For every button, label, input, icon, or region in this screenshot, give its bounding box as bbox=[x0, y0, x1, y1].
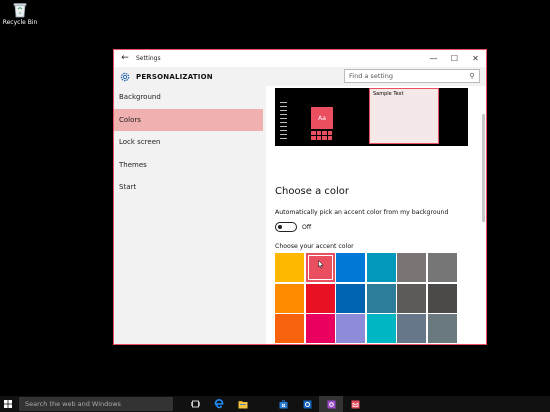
mail-app-icon bbox=[351, 400, 359, 408]
accent-swatch[interactable] bbox=[336, 314, 365, 343]
preview-tile: Aa bbox=[311, 107, 333, 129]
accent-color-label: Choose your accent color bbox=[275, 243, 354, 250]
sidebar-item-label: Lock screen bbox=[119, 138, 161, 147]
taskbar-search[interactable] bbox=[19, 397, 173, 411]
accent-swatch[interactable] bbox=[397, 314, 426, 343]
gear-icon bbox=[114, 71, 136, 83]
choose-color-heading: Choose a color bbox=[275, 186, 350, 197]
accent-swatch[interactable] bbox=[305, 253, 335, 282]
accent-swatch[interactable] bbox=[275, 283, 304, 313]
accent-swatch[interactable] bbox=[427, 283, 457, 313]
accent-swatch[interactable] bbox=[336, 253, 365, 282]
sidebar-item-themes[interactable]: Themes bbox=[114, 154, 266, 177]
sidebar-item-colors[interactable]: Colors bbox=[114, 108, 263, 131]
store-button[interactable] bbox=[271, 396, 295, 412]
recycle-bin[interactable]: Recycle Bin bbox=[2, 1, 38, 26]
theme-preview: Aa Sample Text bbox=[275, 88, 468, 146]
settings-header: PERSONALIZATION ⚲ bbox=[114, 67, 486, 86]
settings-app-button[interactable] bbox=[319, 396, 343, 412]
recycle-bin-icon bbox=[13, 3, 27, 18]
recycle-bin-label: Recycle Bin bbox=[2, 19, 38, 26]
colors-content: Aa Sample Text Choose a color Automatica… bbox=[266, 86, 486, 344]
windows-logo-icon bbox=[4, 400, 12, 408]
auto-pick-label: Automatically pick an accent color from … bbox=[275, 209, 449, 216]
taskbar bbox=[0, 396, 550, 412]
accent-swatch[interactable] bbox=[305, 283, 335, 313]
preview-small-tiles bbox=[311, 131, 333, 140]
scrollbar[interactable] bbox=[482, 114, 485, 222]
accent-swatch[interactable] bbox=[336, 283, 365, 313]
taskbar-search-input[interactable] bbox=[25, 400, 173, 408]
mail-app-button[interactable] bbox=[343, 396, 367, 412]
accent-swatch[interactable] bbox=[275, 314, 304, 343]
section-title: PERSONALIZATION bbox=[136, 72, 213, 81]
find-setting-search[interactable]: ⚲ bbox=[344, 69, 480, 83]
preview-window: Sample Text bbox=[369, 88, 439, 144]
edge-icon bbox=[214, 399, 224, 409]
outlook-button[interactable] bbox=[295, 396, 319, 412]
store-icon bbox=[279, 399, 287, 408]
toggle-state-label: Off bbox=[302, 223, 312, 231]
close-button[interactable]: ✕ bbox=[465, 50, 486, 67]
edge-button[interactable] bbox=[207, 396, 231, 412]
desktop: Recycle Bin ← Settings — ☐ ✕ PERSONALIZA… bbox=[0, 0, 550, 412]
sidebar-item-background[interactable]: Background bbox=[114, 86, 266, 109]
sidebar-item-lock-screen[interactable]: Lock screen bbox=[114, 131, 266, 154]
auto-pick-toggle-row: Off bbox=[275, 222, 311, 232]
preview-start-list bbox=[280, 102, 287, 142]
settings-window: ← Settings — ☐ ✕ PERSONALIZATION ⚲ Backg… bbox=[113, 49, 487, 345]
minimize-button[interactable]: — bbox=[423, 50, 444, 67]
back-button[interactable]: ← bbox=[114, 50, 136, 67]
preview-sample-text: Sample Text bbox=[373, 91, 404, 97]
sidebar: Background Colors Lock screen Themes Sta… bbox=[114, 86, 266, 344]
mouse-cursor-icon bbox=[317, 260, 324, 269]
window-title: Settings bbox=[136, 55, 161, 62]
search-icon[interactable]: ⚲ bbox=[467, 72, 477, 80]
settings-app-icon bbox=[327, 400, 335, 408]
sidebar-item-start[interactable]: Start bbox=[114, 176, 266, 199]
accent-swatch[interactable] bbox=[397, 283, 426, 313]
auto-pick-toggle[interactable] bbox=[275, 222, 297, 232]
accent-swatch[interactable] bbox=[397, 253, 426, 282]
file-explorer-icon bbox=[238, 400, 248, 408]
maximize-button[interactable]: ☐ bbox=[444, 50, 465, 67]
sidebar-item-label: Start bbox=[119, 183, 137, 192]
search-input[interactable] bbox=[349, 72, 467, 80]
sidebar-item-label: Background bbox=[119, 93, 161, 102]
accent-swatch[interactable] bbox=[305, 314, 335, 343]
task-view-button[interactable] bbox=[183, 396, 207, 412]
title-bar: ← Settings — ☐ ✕ bbox=[114, 50, 486, 67]
accent-swatch[interactable] bbox=[366, 283, 396, 313]
outlook-icon bbox=[303, 400, 311, 408]
accent-swatch[interactable] bbox=[275, 253, 304, 282]
accent-swatch[interactable] bbox=[366, 253, 396, 282]
start-button[interactable] bbox=[0, 396, 16, 412]
accent-swatch[interactable] bbox=[427, 314, 457, 343]
sidebar-item-label: Themes bbox=[119, 160, 147, 169]
sidebar-item-label: Colors bbox=[119, 115, 141, 124]
accent-swatch[interactable] bbox=[427, 253, 457, 282]
accent-swatch-grid bbox=[275, 253, 457, 343]
accent-swatch[interactable] bbox=[366, 314, 396, 343]
task-view-icon bbox=[190, 400, 200, 408]
file-explorer-button[interactable] bbox=[231, 396, 255, 412]
